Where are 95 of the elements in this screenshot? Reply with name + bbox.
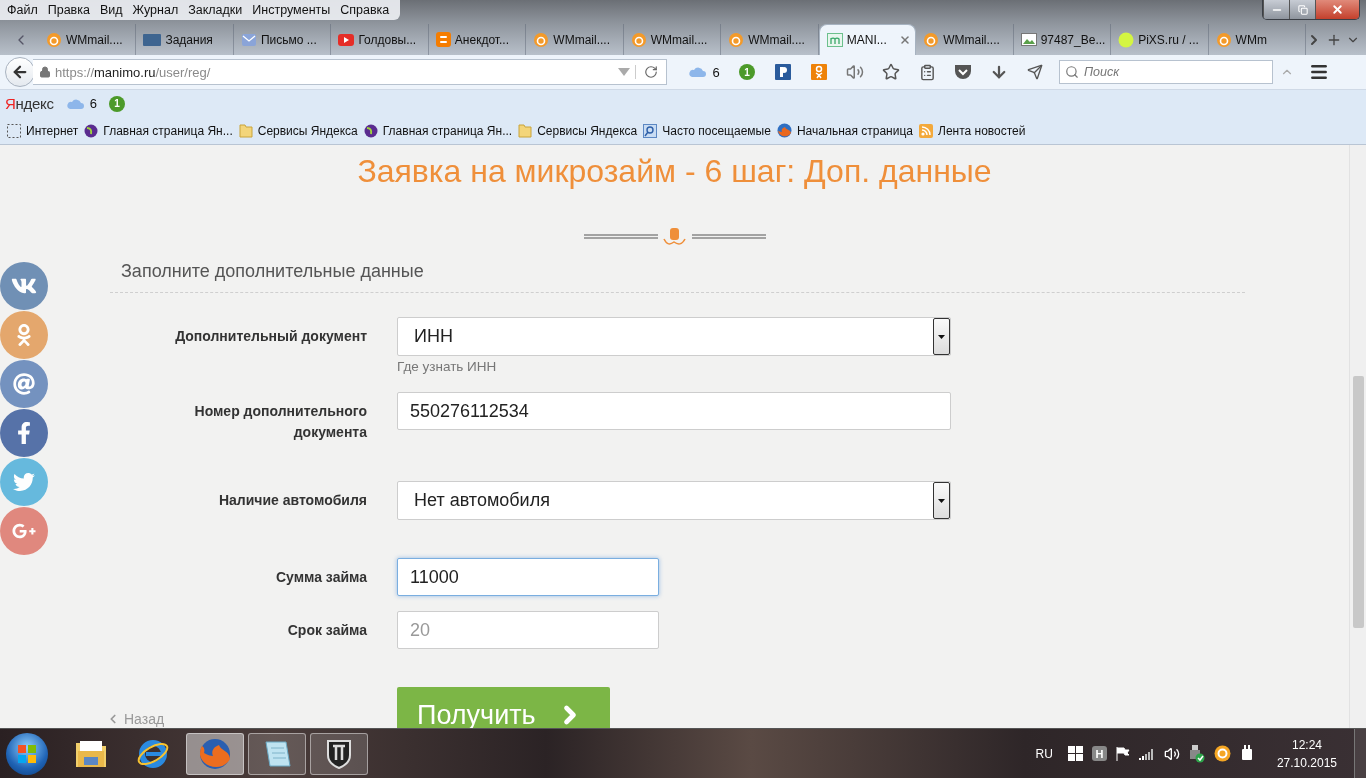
search-logo[interactable]: Яндекс <box>5 95 54 112</box>
help-link[interactable]: Где узнать ИНН <box>397 359 497 374</box>
play-icon <box>338 33 355 46</box>
dot-icon <box>1118 31 1135 48</box>
caret-icon[interactable] <box>933 482 950 519</box>
weather-button[interactable]: 6 <box>679 58 729 86</box>
folder-icon <box>74 738 108 769</box>
signal-bars-icon[interactable] <box>1138 747 1155 760</box>
scrollbar[interactable] <box>1349 145 1366 728</box>
field-label: Срок займа <box>287 621 367 640</box>
site-icon <box>826 33 843 47</box>
bookmark-item[interactable]: Сервисы Яндекса <box>515 123 641 138</box>
counter-badge[interactable]: 1 <box>108 95 125 112</box>
minimize-button[interactable] <box>1263 0 1289 19</box>
menu-item[interactable]: Правка <box>42 3 95 17</box>
ring-icon[interactable] <box>1213 745 1231 762</box>
bookmark-item[interactable]: Сервисы Яндекса <box>235 123 361 138</box>
scroll-thumb[interactable] <box>1352 376 1364 628</box>
globe-icon <box>363 123 378 138</box>
share-button[interactable] <box>0 360 48 408</box>
url-field[interactable]: https://manimo.ru/user/reg/ <box>33 59 667 85</box>
text-field[interactable]: 20 <box>397 611 659 649</box>
counter-badge[interactable]: 1 <box>729 58 765 86</box>
menu-item[interactable]: Инструменты <box>247 3 336 17</box>
ring-icon <box>728 31 745 48</box>
share-button[interactable] <box>0 507 48 555</box>
bird-icon <box>13 471 35 493</box>
fox-globe-icon <box>198 736 232 771</box>
field-label: Сумма займа <box>275 568 367 587</box>
browser-tab[interactable]: MANI... <box>818 24 917 55</box>
power-plug-icon[interactable] <box>1239 745 1254 762</box>
close-icon <box>1331 3 1344 16</box>
bookmark-item[interactable]: Интернет <box>4 123 82 138</box>
text-field[interactable]: 550276112534 <box>397 392 951 430</box>
close-tab-icon[interactable] <box>899 34 912 46</box>
taskbar-app[interactable] <box>310 732 368 775</box>
usb-check-icon[interactable] <box>1188 744 1205 763</box>
bookmark-item[interactable]: Главная страница Ян... <box>81 123 236 138</box>
folder-icon <box>238 123 253 138</box>
browser-icon <box>776 123 792 138</box>
globe-icon <box>84 123 99 138</box>
bookmark-item[interactable]: Начальная страница <box>773 123 916 138</box>
folder-icon <box>518 123 533 138</box>
blog-icon <box>435 32 451 47</box>
bookmark-item[interactable]: Главная страница Ян... <box>360 123 516 138</box>
section-heading: Заполните дополнительные данные <box>121 261 425 282</box>
menu-item[interactable]: Закладки <box>183 3 248 17</box>
page-icon <box>7 123 21 138</box>
start-button[interactable] <box>6 732 48 775</box>
windows-icon[interactable] <box>1067 746 1083 761</box>
search-page-icon <box>643 123 658 138</box>
field-label: Дополнительный документ <box>175 327 367 346</box>
page-title: Заявка на микрозайм - 6 шаг: Доп. данные <box>356 152 993 191</box>
bookmark-item[interactable]: Лента новостей <box>916 123 1029 138</box>
close-button[interactable] <box>1315 0 1359 19</box>
field-label: Наличие автомобиля <box>218 491 367 510</box>
ring-icon <box>923 31 940 48</box>
menu-item[interactable]: Журнал <box>127 3 184 17</box>
text-field[interactable]: 11000 <box>397 558 659 596</box>
search-field[interactable]: Поиск <box>1059 60 1273 84</box>
image-icon <box>1020 33 1037 46</box>
flag-icon[interactable] <box>1115 746 1130 761</box>
taskbar-app[interactable] <box>248 732 306 775</box>
field-label: Номер дополнительного документа <box>193 402 367 442</box>
ring-icon <box>45 31 62 48</box>
menu-item[interactable]: Справка <box>335 3 395 17</box>
maximize-button[interactable] <box>1289 0 1315 19</box>
share-button[interactable] <box>0 409 48 457</box>
caret-icon[interactable] <box>933 318 950 355</box>
menu-item[interactable]: Файл <box>2 3 43 17</box>
feed-icon <box>919 123 933 138</box>
share-button[interactable] <box>0 262 48 310</box>
vk-icon <box>143 33 162 46</box>
envelope-icon <box>240 32 257 47</box>
restore-icon <box>1297 4 1308 15</box>
ring-icon <box>533 31 550 48</box>
ring-icon <box>630 31 647 48</box>
bookmark-item[interactable]: Часто посещаемые <box>640 123 774 138</box>
taskbar-app[interactable] <box>186 732 244 775</box>
temperature-text: 6 <box>89 96 97 111</box>
select-field[interactable]: ИНН <box>397 317 951 356</box>
lock-icon <box>39 66 51 78</box>
ring-icon <box>1215 31 1232 48</box>
tray-badge[interactable]: H <box>1091 746 1107 761</box>
select-field[interactable]: Нет автомобиля <box>397 481 951 520</box>
language-indicator[interactable]: RU <box>1035 746 1053 761</box>
menu-item[interactable]: Вид <box>94 3 128 17</box>
windows-logo-icon <box>17 743 37 764</box>
at-icon <box>13 373 35 395</box>
clock[interactable]: 12:24 27.10.2015 <box>1276 735 1337 772</box>
back-button[interactable] <box>5 57 35 87</box>
cloud-icon <box>688 65 707 79</box>
shield-icon <box>325 737 353 770</box>
search-icon <box>1065 65 1079 79</box>
volume-icon[interactable] <box>1163 745 1180 762</box>
